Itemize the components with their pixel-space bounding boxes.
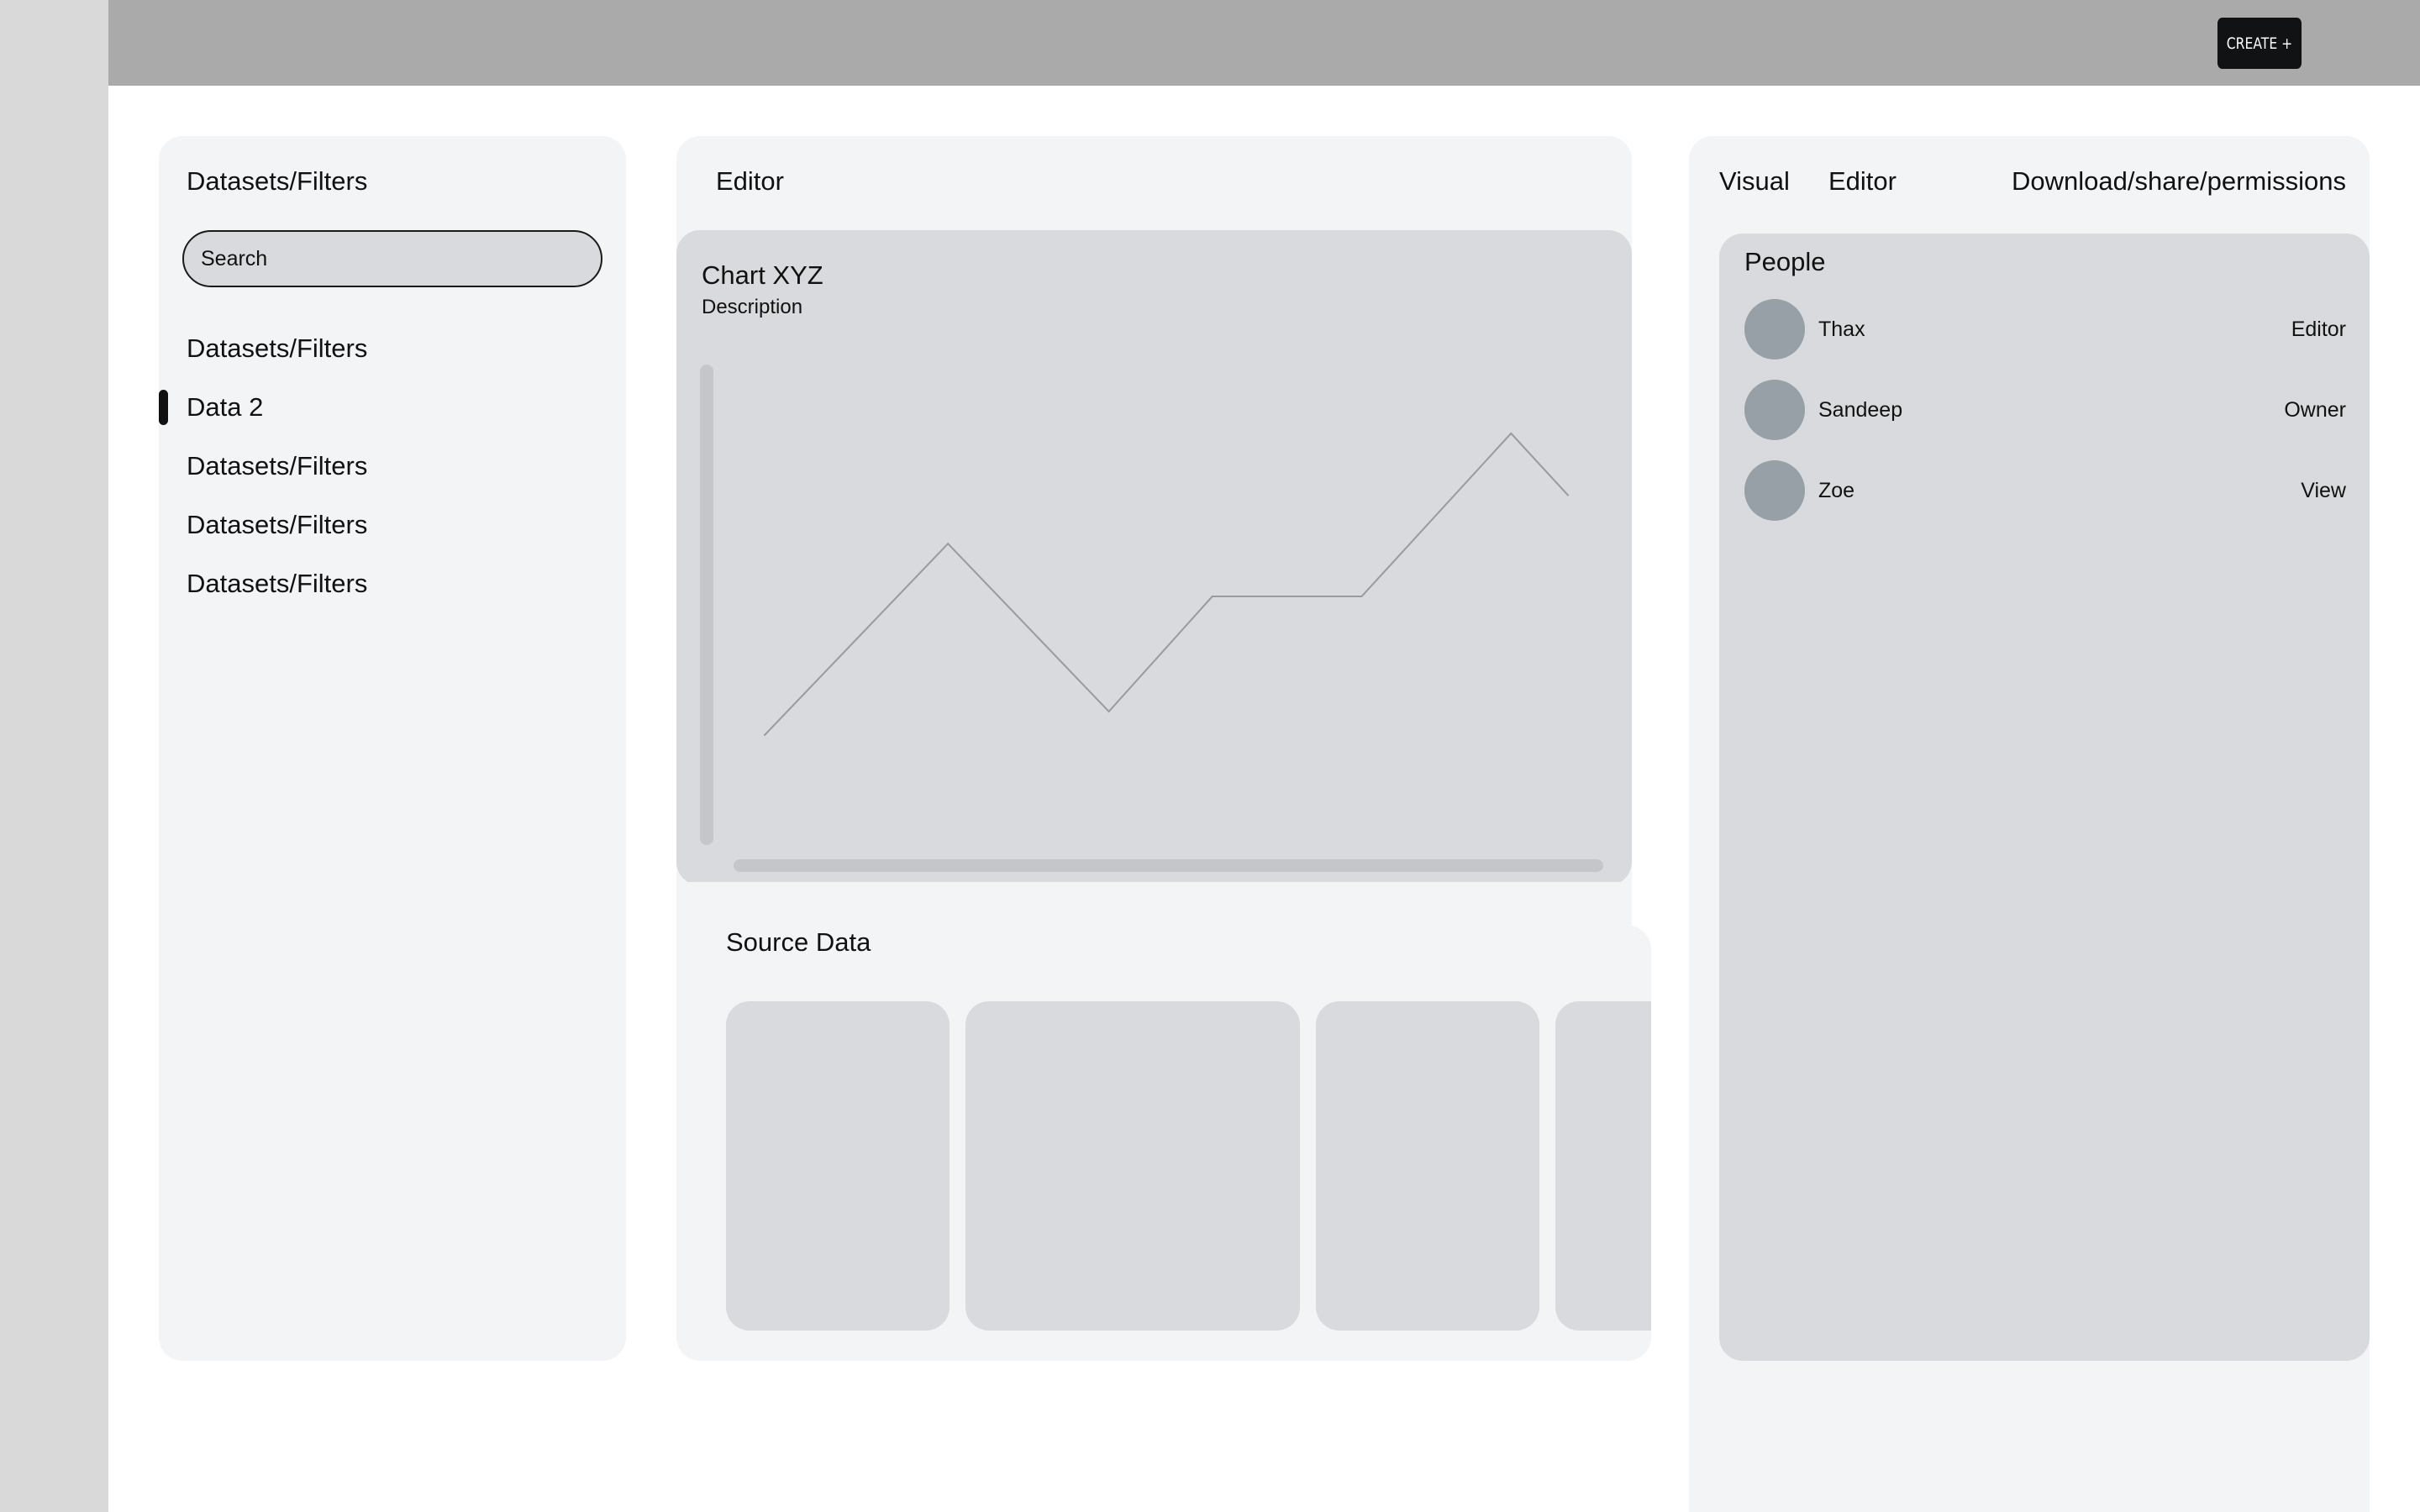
source-data-title: Source Data (726, 927, 871, 957)
dataset-item-label: Datasets/Filters (187, 451, 368, 480)
chart-title: Chart XYZ (702, 260, 823, 290)
right-panel: Visual Editor Download/share/permissions… (1689, 136, 2370, 1512)
people-title: People (1744, 247, 1826, 276)
source-data-card[interactable] (965, 1001, 1300, 1331)
avatar (1744, 299, 1805, 360)
tab-visual[interactable]: Visual (1719, 166, 1790, 197)
dataset-item-label: Datasets/Filters (187, 333, 368, 363)
person-role[interactable]: View (2301, 479, 2346, 503)
series-line-1 (763, 432, 1570, 737)
dataset-item[interactable]: Datasets/Filters (159, 437, 626, 496)
dataset-list: Datasets/Filters Data 2 Datasets/Filters… (159, 319, 626, 613)
top-bar (108, 0, 2420, 86)
dataset-item[interactable]: Data 2 (159, 378, 626, 437)
person-role[interactable]: Owner (2284, 398, 2346, 423)
create-button[interactable]: CREATE + (2217, 18, 2302, 69)
active-indicator (159, 390, 168, 425)
person-row[interactable]: Zoe View (1744, 460, 2346, 521)
people-card: People Thax Editor Sandeep Owner Zoe Vie… (1719, 234, 2370, 1361)
avatar (1744, 460, 1805, 521)
person-name: Sandeep (1818, 397, 1903, 422)
dataset-item-label: Datasets/Filters (187, 510, 368, 539)
y-axis-track[interactable] (700, 365, 713, 845)
avatar (1744, 380, 1805, 440)
dataset-item[interactable]: Datasets/Filters (159, 319, 626, 378)
x-axis-scrollbar[interactable] (734, 859, 1603, 872)
chart-card: Chart XYZ Description (676, 230, 1632, 885)
source-data-cards (726, 1001, 1651, 1331)
person-name: Thax (1818, 317, 1865, 341)
person-role[interactable]: Editor (2291, 318, 2346, 342)
datasets-panel-title: Datasets/Filters (187, 166, 368, 196)
person-row[interactable]: Thax Editor (1744, 299, 2346, 360)
chart-description: Description (702, 296, 803, 318)
datasets-panel: Datasets/Filters Datasets/Filters Data 2… (159, 136, 626, 1361)
dataset-item[interactable]: Datasets/Filters (159, 554, 626, 613)
editor-panel: Editor Chart XYZ Description (676, 136, 1632, 892)
source-data-card[interactable] (726, 1001, 950, 1331)
source-data-card[interactable] (1555, 1001, 1651, 1331)
dataset-item[interactable]: Datasets/Filters (159, 496, 626, 554)
dataset-item-label: Data 2 (187, 392, 264, 422)
source-data-card[interactable] (1316, 1001, 1539, 1331)
source-data-panel: Source Data (676, 926, 1651, 1361)
left-rail (0, 0, 108, 1512)
panel-connector (676, 882, 1632, 932)
person-name: Zoe (1818, 478, 1855, 502)
editor-panel-title: Editor (716, 166, 784, 196)
dataset-item-label: Datasets/Filters (187, 569, 368, 598)
tab-download-share-permissions[interactable]: Download/share/permissions (2012, 166, 2346, 197)
person-row[interactable]: Sandeep Owner (1744, 380, 2346, 440)
tab-editor[interactable]: Editor (1828, 166, 1897, 197)
search-input[interactable] (182, 230, 602, 287)
line-chart (700, 365, 1603, 872)
